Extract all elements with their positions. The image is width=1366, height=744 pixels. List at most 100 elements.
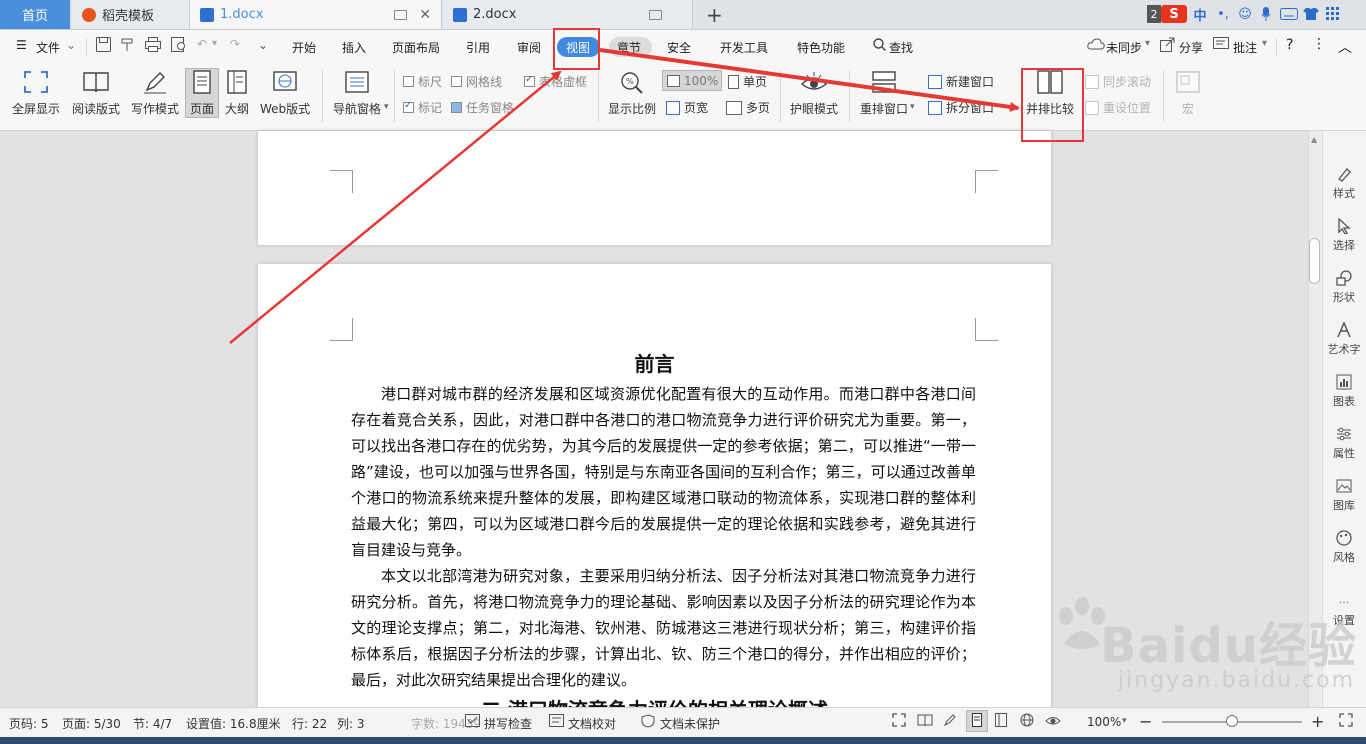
spellcheck-icon[interactable] xyxy=(465,714,480,730)
marks-checkbox[interactable] xyxy=(403,100,414,113)
notification-badge[interactable]: 2 xyxy=(1147,5,1161,23)
cloud-sync-icon[interactable] xyxy=(1087,38,1105,53)
menu-features[interactable]: 特色功能 xyxy=(797,39,845,56)
menu-page-layout[interactable]: 页面布局 xyxy=(392,39,440,56)
skin-icon[interactable] xyxy=(1302,5,1320,23)
page-width-button[interactable]: 页宽 xyxy=(666,99,708,116)
keyboard-icon[interactable] xyxy=(1279,5,1299,23)
scrollbar-thumb[interactable] xyxy=(1309,238,1320,284)
web-view-icon[interactable] xyxy=(1020,713,1034,730)
fullscreen-button[interactable]: 全屏显示 xyxy=(12,70,60,117)
menu-insert[interactable]: 插入 xyxy=(342,39,366,56)
sidebar-shapes[interactable]: 形状 xyxy=(1322,270,1366,305)
proofread-icon[interactable] xyxy=(549,714,564,730)
document-heading[interactable]: 前言 xyxy=(258,348,1051,377)
print-icon[interactable] xyxy=(145,37,161,55)
reset-position-button[interactable]: 重设位置 xyxy=(1085,99,1151,116)
menu-review[interactable]: 审阅 xyxy=(517,39,541,56)
search-command[interactable]: 查找 xyxy=(889,39,913,56)
previous-page[interactable] xyxy=(258,131,1051,245)
gridlines-toggle[interactable]: 网格线 xyxy=(451,73,502,90)
status-page-number[interactable]: 页码: 5 xyxy=(9,715,49,732)
zoom-out-button[interactable]: − xyxy=(1139,712,1152,731)
status-row[interactable]: 行: 22 xyxy=(292,715,327,732)
task-pane-toggle[interactable]: 任务窗格 xyxy=(451,99,514,116)
status-setting-value[interactable]: 设置值: 16.8厘米 xyxy=(186,715,281,732)
eye-mode-button[interactable]: 护眼模式 xyxy=(790,70,838,117)
chevron-down-icon[interactable]: ▾ xyxy=(384,102,389,112)
new-tab-button[interactable]: + xyxy=(706,3,723,27)
menu-references[interactable]: 引用 xyxy=(466,39,490,56)
sidebar-properties[interactable]: 属性 xyxy=(1322,426,1366,461)
help-icon[interactable]: ? xyxy=(1286,37,1293,53)
sogou-logo-icon[interactable]: S xyxy=(1161,5,1187,23)
web-view-button[interactable]: Web版式 xyxy=(260,70,310,117)
zoom-slider-thumb[interactable] xyxy=(1226,715,1238,727)
rearrange-window-button[interactable]: 重排窗口 xyxy=(860,70,908,117)
marks-toggle[interactable]: 标记 xyxy=(403,99,442,116)
document-paragraph-1[interactable]: 港口群对城市群的经济发展和区域资源优化配置有很大的互动作用。而港口群中各港口间存… xyxy=(351,381,976,563)
sidebar-wordart[interactable]: 艺术字 xyxy=(1322,322,1366,357)
punctuation-icon[interactable]: •, xyxy=(1214,5,1232,23)
document-paragraph-2[interactable]: 本文以北部湾港为研究对象，主要采用归纳分析法、因子分析法对其港口物流竞争力进行研… xyxy=(351,563,976,693)
status-column[interactable]: 列: 3 xyxy=(337,715,365,732)
window-mode-icon[interactable] xyxy=(394,9,407,20)
read-mode-icon[interactable] xyxy=(917,713,933,730)
chevron-down-icon[interactable]: ▾ xyxy=(910,102,915,112)
menu-developer[interactable]: 开发工具 xyxy=(720,39,768,56)
menu-chapter[interactable]: 章节 xyxy=(617,39,641,56)
chevron-down-icon[interactable]: ▾ xyxy=(1145,38,1150,49)
outline-view-button[interactable]: 大纲 xyxy=(224,70,250,117)
new-window-button[interactable]: 新建窗口 xyxy=(928,73,994,90)
sidebar-chart[interactable]: 图表 xyxy=(1322,374,1366,409)
chevron-down-icon[interactable]: ▾ xyxy=(1262,38,1267,49)
protect-icon[interactable] xyxy=(641,714,655,731)
page-view-button[interactable]: 页面 xyxy=(189,70,215,117)
tab-home[interactable]: 首页 xyxy=(0,0,70,29)
fullscreen-icon[interactable] xyxy=(892,713,906,730)
microphone-icon[interactable] xyxy=(1258,5,1274,23)
sync-scroll-button[interactable]: 同步滚动 xyxy=(1085,73,1151,90)
outline-view-icon[interactable] xyxy=(994,713,1008,730)
task-pane-checkbox[interactable] xyxy=(451,102,462,113)
sidebar-gallery[interactable]: 图库 xyxy=(1322,478,1366,513)
split-window-button[interactable]: 拆分窗口 xyxy=(928,99,994,116)
zoom-100-button[interactable]: 100% xyxy=(662,70,722,91)
zoom-in-button[interactable]: + xyxy=(1311,712,1324,731)
emoji-icon[interactable]: ☺ xyxy=(1236,5,1254,23)
ruler-checkbox[interactable] xyxy=(403,76,414,87)
format-painter-icon[interactable] xyxy=(120,37,135,55)
sidebar-styles[interactable]: 样式 xyxy=(1322,166,1366,201)
gridlines-checkbox[interactable] xyxy=(451,76,462,87)
sidebar-select[interactable]: 选择 xyxy=(1322,218,1366,253)
window-mode-icon[interactable] xyxy=(649,9,662,20)
write-mode-icon[interactable] xyxy=(943,713,957,730)
search-icon[interactable] xyxy=(873,38,887,54)
hamburger-icon[interactable]: ☰ xyxy=(16,38,27,52)
chevron-down-icon[interactable]: ▾ xyxy=(1122,716,1127,726)
save-icon[interactable] xyxy=(96,37,111,55)
file-menu[interactable]: 文件 xyxy=(36,39,60,56)
share-icon[interactable] xyxy=(1160,37,1175,55)
eye-mode-icon[interactable] xyxy=(1045,713,1061,730)
single-page-button[interactable]: 单页 xyxy=(728,73,767,90)
tab-doc2[interactable]: 2.docx xyxy=(443,0,693,29)
next-section-heading[interactable]: 二 港口物流竞争力评价的相关理论概述 xyxy=(258,694,1051,707)
multi-page-button[interactable]: 多页 xyxy=(726,99,770,116)
collapse-ribbon-icon[interactable]: ︿ xyxy=(1338,37,1352,57)
chevron-down-icon[interactable]: ▾ xyxy=(212,38,217,49)
comment-icon[interactable] xyxy=(1213,37,1229,55)
chevron-down-icon[interactable]: ⌄ xyxy=(66,38,76,52)
more-options-icon[interactable]: ⋮ xyxy=(1312,36,1326,52)
spellcheck-button[interactable]: 拼写检查 xyxy=(484,715,532,732)
table-gridlines-toggle[interactable]: 表格虚框 xyxy=(524,73,587,90)
close-tab-icon[interactable]: ✕ xyxy=(419,7,431,23)
redo-icon[interactable]: ↷ xyxy=(230,37,240,51)
macro-button[interactable]: 宏 xyxy=(1175,70,1201,117)
zoom-level[interactable]: 100% xyxy=(1087,715,1121,729)
menu-home[interactable]: 开始 xyxy=(292,39,316,56)
read-mode-button[interactable]: 阅读版式 xyxy=(72,70,120,117)
proofread-button[interactable]: 文档校对 xyxy=(568,715,616,732)
protection-status[interactable]: 文档未保护 xyxy=(660,715,720,732)
zoom-button[interactable]: % 显示比例 xyxy=(608,70,656,117)
